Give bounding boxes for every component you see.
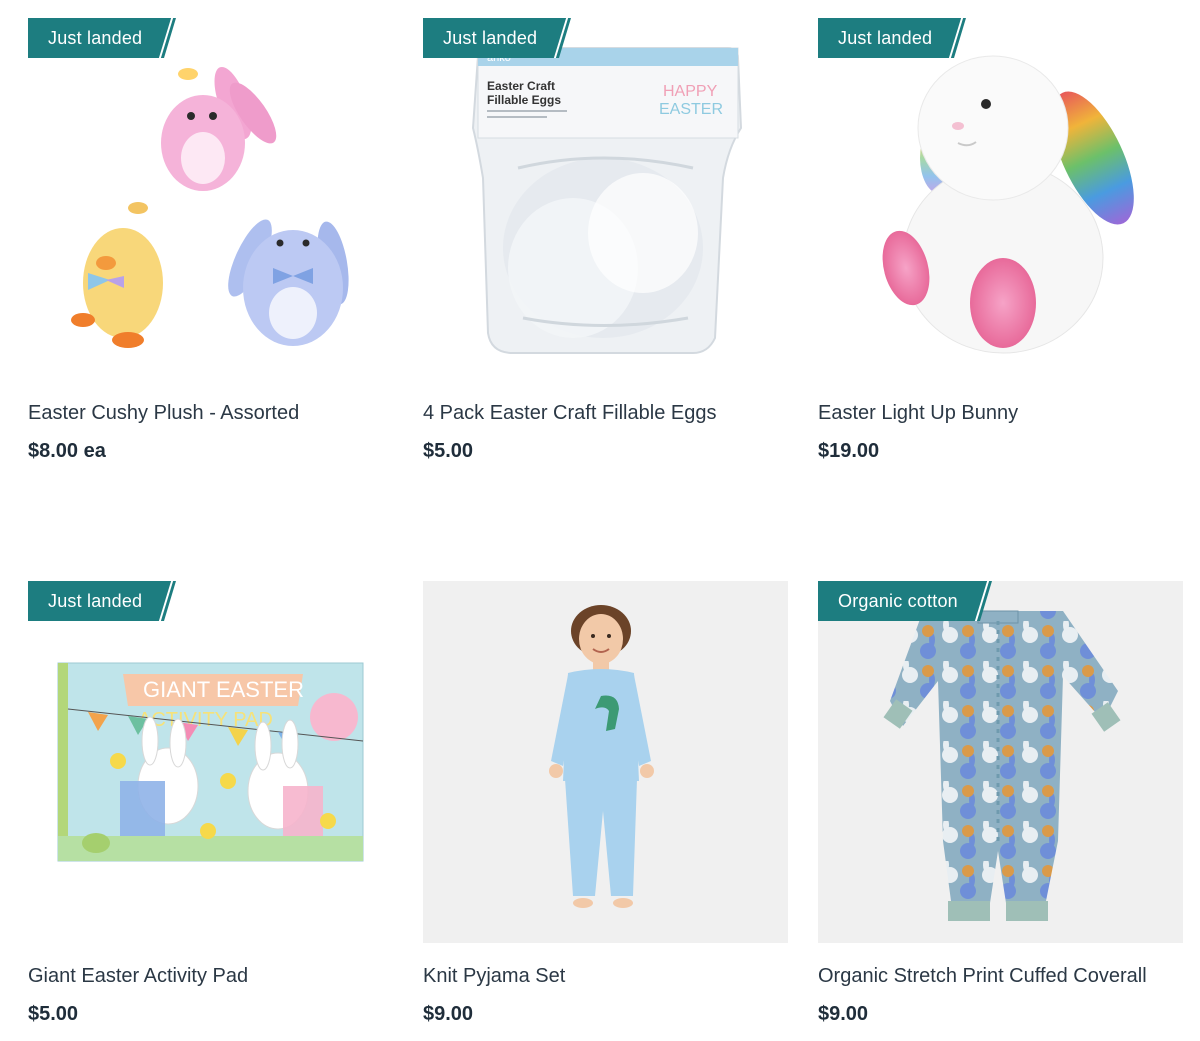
product-title[interactable]: Giant Easter Activity Pad xyxy=(28,963,393,989)
product-price: $5.00 xyxy=(423,440,474,462)
fillable-eggs-package-image: anko Easter Craft Fillable Eggs HAPPY EA… xyxy=(471,47,743,354)
product-price: $8.00 ea xyxy=(28,440,106,462)
activity-pad-title-2: ACTIVITY PAD xyxy=(138,709,273,731)
product-image[interactable]: Just landed anko Easter Craft Fillable E… xyxy=(423,18,788,380)
package-name-1: Easter Craft xyxy=(487,79,555,93)
product-image[interactable]: Just landed xyxy=(818,18,1183,380)
product-badge: Just landed xyxy=(818,18,967,58)
product-price: $5.00 xyxy=(28,1003,79,1025)
coverall-image xyxy=(883,610,1121,921)
product-title[interactable]: 4 Pack Easter Craft Fillable Eggs xyxy=(423,400,788,426)
product-title[interactable]: Easter Cushy Plush - Assorted xyxy=(28,400,393,426)
plush-toys-image xyxy=(71,66,349,348)
package-name-2: Fillable Eggs xyxy=(487,93,561,107)
product-card[interactable]: Organic cotton Organic Stretch Print Cuf… xyxy=(818,581,1183,1026)
product-image[interactable] xyxy=(423,581,788,943)
product-badge: Organic cotton xyxy=(818,581,992,621)
activity-pad-image: GIANT EASTER ACTIVITY PAD xyxy=(57,662,364,862)
product-price: $19.00 xyxy=(818,440,880,462)
product-grid: Just landed Easter Cushy Plush - Assorte… xyxy=(0,0,1200,1041)
product-card[interactable]: Just landed xyxy=(818,18,1183,463)
product-price: $9.00 xyxy=(423,1003,474,1025)
activity-pad-title-1: GIANT EASTER xyxy=(143,677,304,702)
package-happy: HAPPY xyxy=(663,83,718,100)
product-badge: Just landed xyxy=(28,581,177,621)
product-badge: Just landed xyxy=(423,18,572,58)
product-card[interactable]: Knit Pyjama Set $9.00 xyxy=(423,581,788,1026)
product-card[interactable]: Just landed anko Easter Craft Fillable E… xyxy=(423,18,788,463)
product-title[interactable]: Organic Stretch Print Cuffed Coverall xyxy=(818,963,1183,989)
product-card[interactable]: Just landed GIANT EASTER ACTIVITY PAD Gi… xyxy=(28,581,393,1026)
package-easter: EASTER xyxy=(659,101,723,118)
product-card[interactable]: Just landed xyxy=(28,18,393,463)
product-image[interactable]: Organic cotton xyxy=(818,581,1183,943)
product-image[interactable]: Just landed xyxy=(28,18,393,380)
product-price: $9.00 xyxy=(818,1003,869,1025)
product-badge: Just landed xyxy=(28,18,177,58)
product-title[interactable]: Knit Pyjama Set xyxy=(423,963,788,989)
product-image[interactable]: Just landed GIANT EASTER ACTIVITY PAD xyxy=(28,581,393,943)
product-title[interactable]: Easter Light Up Bunny xyxy=(818,400,1183,426)
light-up-bunny-image xyxy=(882,55,1134,354)
knit-pyjama-image xyxy=(549,605,654,908)
